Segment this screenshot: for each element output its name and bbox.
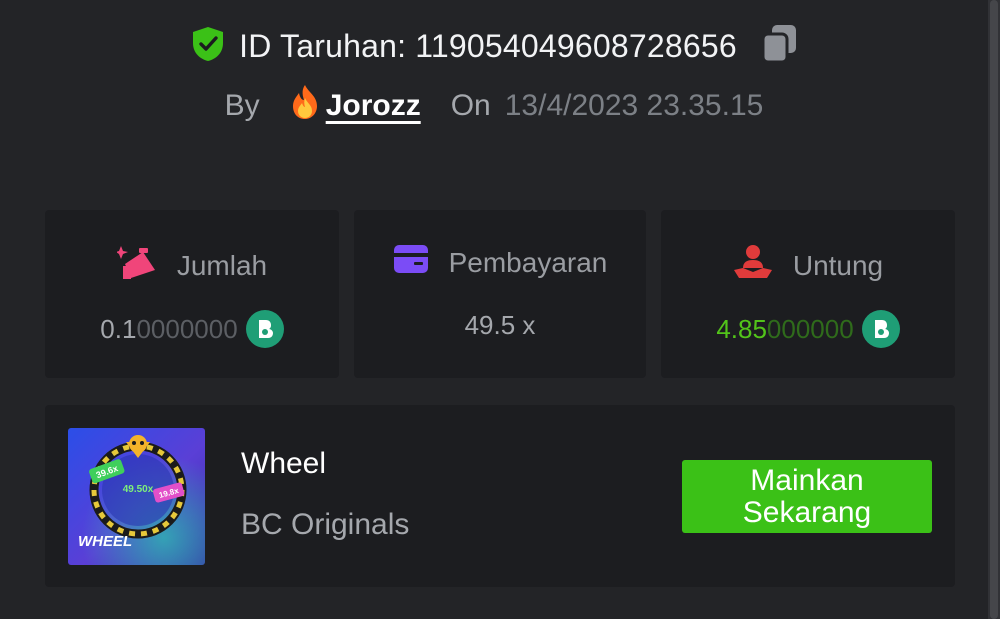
bet-date: 13/4/2023 23.35.15 [504, 89, 764, 122]
payout-card: Pembayaran 49.5 x [354, 210, 646, 378]
user-link[interactable]: Jorozz [290, 84, 421, 128]
bet-amount-icon [115, 244, 157, 287]
bc-coin-icon [861, 310, 900, 348]
profit-value-trailing: 000000 [766, 313, 854, 344]
verified-shield-icon [191, 26, 225, 67]
bc-coin-icon [245, 310, 284, 348]
scrollbar-thumb[interactable] [990, 0, 998, 619]
game-card: 39.6x 49.50x 19.8x WHEEL Wheel BC Origin… [45, 405, 955, 587]
game-thumbnail[interactable]: 39.6x 49.50x 19.8x WHEEL [68, 428, 205, 565]
bet-id: ID Taruhan: 119054049608728656 [239, 27, 737, 64]
payout-label: Pembayaran [448, 246, 608, 278]
scrollbar[interactable] [988, 0, 1000, 619]
amount-value: 0.10000000 [100, 314, 237, 345]
amount-label: Jumlah [176, 249, 268, 281]
bet-details-panel: ID Taruhan: 119054049608728656 By Jorozz… [0, 0, 988, 619]
payout-value: 49.5 x [464, 310, 536, 340]
profit-label: Untung [792, 249, 884, 281]
game-name[interactable]: Wheel [241, 447, 326, 481]
game-provider: BC Originals [241, 508, 410, 541]
profit-hand-icon [733, 244, 773, 287]
play-now-button[interactable]: Mainkan Sekarang [682, 460, 932, 533]
username: Jorozz [325, 89, 421, 122]
amount-card: Jumlah 0.10000000 [45, 210, 339, 378]
payment-card-icon [393, 244, 429, 281]
amount-value-trailing: 0000000 [136, 313, 238, 344]
thumb-chip-center: 49.50x [123, 484, 154, 495]
amount-value-significant: 0.1 [100, 313, 137, 344]
copy-icon[interactable] [761, 24, 797, 69]
profit-value: 4.85000000 [716, 314, 853, 345]
profit-value-significant: 4.85 [716, 313, 767, 344]
on-label: On [450, 89, 491, 122]
by-label: By [224, 89, 260, 122]
fire-icon [290, 84, 320, 128]
profit-card: Untung 4.85000000 [661, 210, 955, 378]
author-row: By Jorozz On 13/4/2023 23.35.15 [0, 84, 988, 128]
thumb-title: WHEEL [78, 533, 132, 550]
bet-id-row: ID Taruhan: 119054049608728656 [0, 24, 988, 68]
